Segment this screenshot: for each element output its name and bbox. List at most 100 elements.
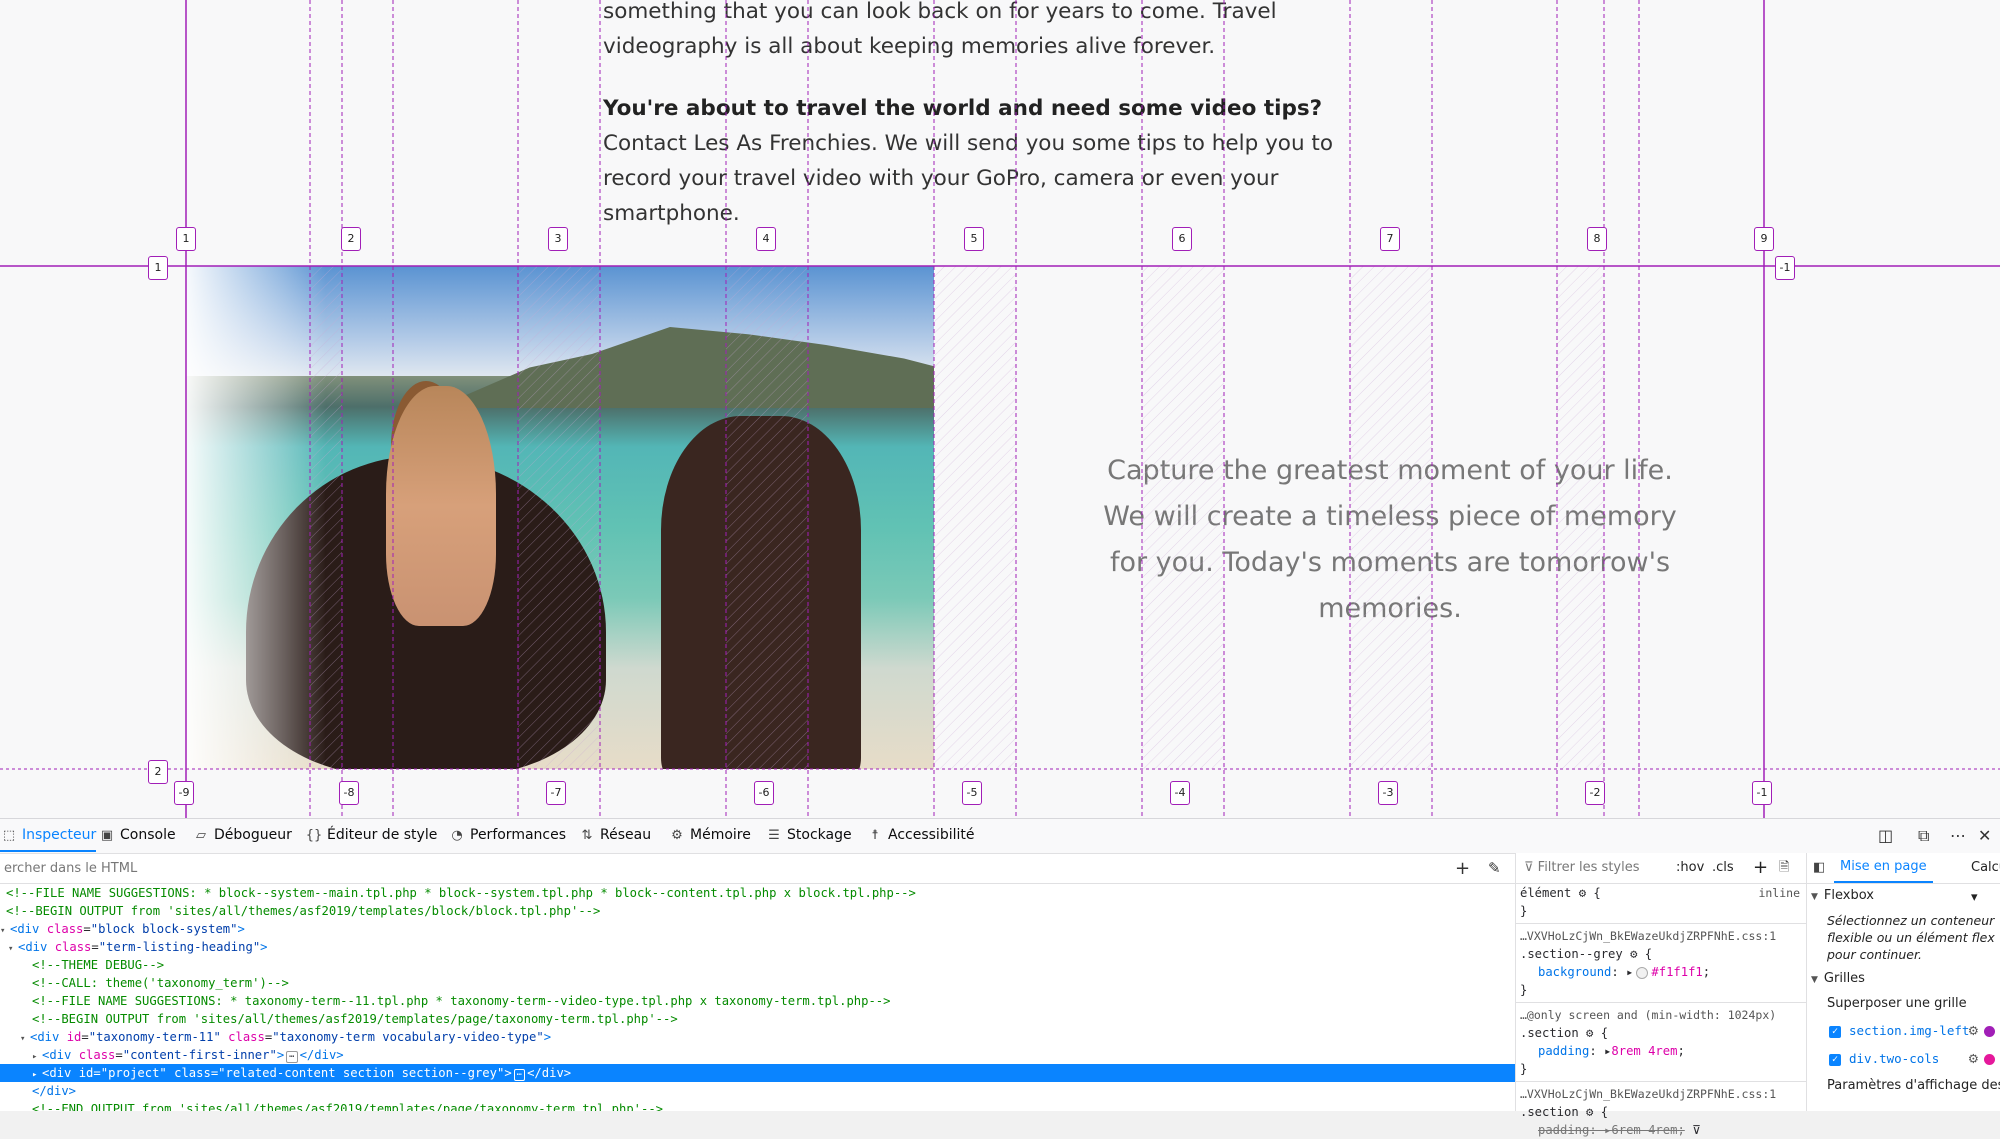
collapsed-content-icon[interactable]: ⋯	[513, 1069, 526, 1081]
web-page-viewport: something that you can look back on for …	[0, 0, 2000, 818]
tab-mise-en-page[interactable]: Mise en page	[1834, 853, 1933, 883]
rule-brace: }	[1520, 904, 1528, 918]
rule-element[interactable]: élément ⚙ {inline	[1516, 884, 1806, 902]
gear-icon[interactable]: ⚙	[1968, 1045, 1979, 1073]
html-line[interactable]: <!--FILE NAME SUGGESTIONS: * block--syst…	[0, 884, 1515, 902]
tab-console[interactable]: ▣ Console	[98, 819, 176, 852]
rule-source-link[interactable]: …VXVHoLzCjWn_BkEWazeUkdjZRPFNhE.css:1	[1516, 1085, 1806, 1103]
html-line[interactable]: ▾ <div class="block block-system">	[0, 920, 1515, 938]
html-search-input[interactable]: ercher dans le HTML	[4, 854, 137, 883]
checkbox-checked-icon[interactable]: ✓	[1829, 1053, 1841, 1066]
grid-column-badge-top: 1	[176, 227, 196, 251]
grid-overlay-checkbox-two-cols[interactable]: ✓ div.two-cols ⚙	[1807, 1045, 2000, 1073]
tab-inspecteur[interactable]: ⬚ Inspecteur	[0, 819, 97, 852]
tab-memoire[interactable]: ⚙ Mémoire	[668, 819, 751, 852]
display-settings-title: Paramètres d'affichage des	[1827, 1078, 2000, 1093]
photo-rider	[386, 386, 496, 626]
chevron-down-icon: ▼	[1811, 892, 1818, 902]
html-markup-tree: <!--FILE NAME SUGGESTIONS: * block--syst…	[0, 884, 1515, 1111]
html-line[interactable]: <!--BEGIN OUTPUT from 'sites/all/themes/…	[0, 1010, 1515, 1028]
tab-stockage[interactable]: ☰ Stockage	[765, 819, 851, 852]
color-swatch[interactable]	[1636, 966, 1649, 979]
tab-label: Débogueur	[214, 827, 292, 843]
hov-toggle[interactable]: :hov	[1676, 853, 1704, 883]
photo-sun-glare	[186, 266, 326, 769]
rule-source-link[interactable]: …VXVHoLzCjWn_BkEWazeUkdjZRPFNhE.css:1	[1516, 927, 1806, 945]
network-icon: ⇅	[581, 828, 593, 843]
filter-styles-input[interactable]: ⊽ Filtrer les styles	[1524, 853, 1640, 883]
tab-debogueur[interactable]: ▱ Débogueur	[192, 819, 292, 852]
grid-row-badge-1: 1	[148, 256, 168, 280]
tab-label: Performances	[470, 827, 567, 843]
tab-label: Éditeur de style	[327, 827, 438, 843]
grid-column-badge-bottom: -2	[1585, 781, 1605, 805]
rule-selector[interactable]: .section--grey ⚙ {	[1516, 945, 1806, 963]
horse-riding-photo	[186, 266, 934, 769]
html-line[interactable]: </div>	[0, 1082, 1515, 1100]
tab-performances[interactable]: ◔ Performances	[448, 819, 566, 852]
paragraph-video-tips: You're about to travel the world and nee…	[603, 91, 1363, 231]
html-line[interactable]: ▾ <div id="taxonomy-term-11" class="taxon…	[0, 1028, 1515, 1046]
tab-label: Accessibilité	[888, 827, 975, 843]
layout-tabs: ◧ Mise en page Calcu ▾	[1807, 853, 2000, 905]
grid-column-badge-bottom: -6	[754, 781, 774, 805]
debugger-icon: ▱	[196, 828, 206, 843]
dock-icon[interactable]: ⧉	[1918, 819, 1929, 852]
html-line[interactable]: ▾ <div class="term-listing-heading">	[0, 938, 1515, 956]
add-node-icon[interactable]: +	[1455, 854, 1470, 883]
grids-section-header[interactable]: ▼ Grilles	[1807, 967, 2000, 991]
cls-toggle[interactable]: .cls	[1712, 853, 1734, 883]
paragraph-memories: something that you can look back on for …	[603, 0, 1277, 59]
tab-accessibilite[interactable]: ☨ Accessibilité	[866, 819, 974, 852]
grid-color-swatch[interactable]	[1984, 1054, 1995, 1065]
inspector-icon: ⬚	[2, 828, 16, 843]
html-line[interactable]: <!--FILE NAME SUGGESTIONS: * taxonomy-te…	[0, 992, 1515, 1010]
rule-declaration-overridden[interactable]: padding: ▸6rem 4rem; ⊽	[1516, 1121, 1806, 1139]
tab-label: Mémoire	[690, 827, 751, 843]
grid-row-badge-2: 2	[148, 760, 168, 784]
html-line[interactable]: <!--CALL: theme('taxonomy_term')-->	[0, 974, 1515, 992]
devtools-tabbar: ⬚ Inspecteur ▣ Console ▱ Débogueur {} Éditeu…	[0, 819, 2000, 854]
grid-row-badge-neg-1: -1	[1775, 256, 1795, 280]
html-line[interactable]: <!--THEME DEBUG-->	[0, 956, 1515, 974]
rule-declaration[interactable]: background: ▸ #f1f1f1;	[1516, 963, 1806, 981]
tab-reseau[interactable]: ⇅ Réseau	[578, 819, 652, 852]
collapsed-content-icon[interactable]: ⋯	[286, 1051, 298, 1063]
grid-overlay-checkbox-img-left[interactable]: ✓ section.img-left ⚙	[1807, 1017, 2000, 1045]
collapse-triangle-icon[interactable]: ▾	[8, 940, 18, 958]
rule-selector[interactable]: .section ⚙ {	[1516, 1103, 1806, 1121]
chevron-down-icon: ▼	[1811, 975, 1818, 985]
grid-column-badge-top: 9	[1754, 227, 1774, 251]
print-media-icon[interactable]: 🗎	[1779, 853, 1789, 883]
gear-icon: ⚙	[1630, 947, 1638, 961]
gear-icon: ⚙	[1586, 1026, 1594, 1040]
eyedropper-icon[interactable]: ✎	[1488, 854, 1501, 883]
html-line[interactable]: ▸ <div class="content-first-inner"> ⋯ </div…	[0, 1046, 1515, 1064]
tab-editeur-de-style[interactable]: {} Éditeur de style	[305, 819, 438, 852]
tab-calcule[interactable]: Calcu ▾	[1971, 853, 2000, 913]
grid-column-badge-top: 3	[548, 227, 568, 251]
html-line-selected[interactable]: ▸ <div id="project" class="related-conten…	[0, 1064, 1515, 1082]
accessibility-icon: ☨	[871, 828, 879, 843]
performance-icon: ◔	[451, 828, 463, 843]
more-options-icon[interactable]: ⋯	[1950, 819, 1966, 852]
filter-icon[interactable]: ⊽	[1692, 1123, 1701, 1137]
quote-text: Capture the greatest moment of your life…	[1103, 455, 1677, 624]
rule-declaration[interactable]: padding: ▸8rem 4rem;	[1516, 1042, 1806, 1060]
gear-icon[interactable]: ⚙	[1968, 1017, 1979, 1045]
html-line[interactable]: <!--END OUTPUT from 'sites/all/themes/as…	[0, 1100, 1515, 1111]
grid-color-swatch[interactable]	[1984, 1026, 1995, 1037]
responsive-design-icon[interactable]: ◫	[1878, 819, 1893, 852]
tab-label: Réseau	[600, 827, 652, 843]
rules-toolbar: ⊽ Filtrer les styles :hov .cls + 🗎	[1516, 853, 1806, 884]
rule-selector[interactable]: .section ⚙ {	[1516, 1024, 1806, 1042]
storage-icon: ☰	[768, 828, 780, 843]
collapse-triangle-icon[interactable]: ▾	[20, 1030, 30, 1048]
close-icon[interactable]: ✕	[1978, 819, 1991, 852]
sidebar-toggle-icon[interactable]: ◧	[1813, 853, 1825, 883]
add-rule-icon[interactable]: +	[1753, 853, 1768, 883]
grid-column-badge-bottom: -3	[1378, 781, 1398, 805]
checkbox-checked-icon[interactable]: ✓	[1829, 1025, 1841, 1038]
rule-media-query: …@only screen and (min-width: 1024px)	[1520, 1008, 1777, 1022]
html-line[interactable]: <!--BEGIN OUTPUT from 'sites/all/themes/…	[0, 902, 1515, 920]
